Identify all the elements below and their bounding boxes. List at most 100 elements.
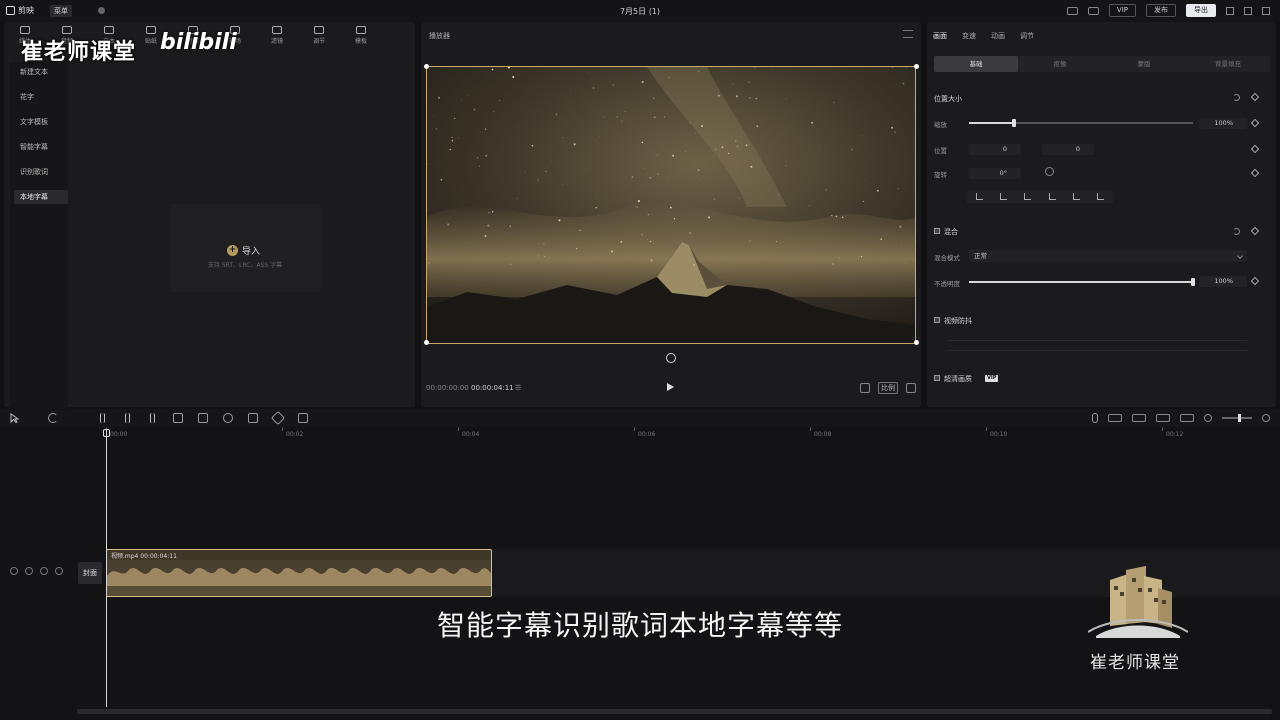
rotate-dial-icon[interactable] [1045, 167, 1054, 176]
delete-icon[interactable] [173, 413, 183, 423]
align-hcenter-icon[interactable] [999, 193, 1007, 200]
split-right-icon[interactable] [150, 413, 155, 423]
align-vcenter-icon[interactable] [1072, 193, 1080, 200]
align-top-icon[interactable] [1048, 193, 1056, 200]
subtab-mask[interactable]: 蒙版 [1102, 56, 1186, 72]
blend-title: 混合 [944, 228, 958, 236]
reverse-icon[interactable] [223, 413, 233, 423]
player-menu-icon[interactable] [903, 30, 913, 38]
close-icon[interactable] [1262, 6, 1270, 15]
x-value-input[interactable]: 0 [969, 144, 1021, 155]
blend-mode-select[interactable]: 正常 [969, 250, 1247, 262]
stabilize-checkbox[interactable] [934, 317, 940, 323]
nav-text-template[interactable]: 文字模板 [14, 115, 68, 129]
vip-button[interactable]: VIP [1108, 4, 1136, 17]
maximize-icon[interactable] [1244, 6, 1252, 15]
minimize-icon[interactable] [1226, 6, 1234, 15]
nav-smart-subtitle[interactable]: 智能字幕 [14, 140, 68, 154]
tab-adjust[interactable]: 调节 [306, 26, 332, 45]
scale-slider-knob[interactable] [1012, 119, 1016, 127]
resize-handle-bl[interactable] [424, 340, 429, 345]
tab-template[interactable]: 模板 [348, 26, 374, 45]
subtab-cutout[interactable]: 抠像 [1018, 56, 1102, 72]
linkage-icon[interactable] [1156, 414, 1170, 422]
microphone-icon[interactable] [1092, 413, 1098, 423]
y-value-input[interactable]: 0 [1042, 144, 1094, 155]
scale-value[interactable]: 100% [1199, 118, 1247, 129]
play-icon[interactable] [667, 383, 674, 391]
ratio-button[interactable]: 比例 [878, 382, 898, 394]
export-button[interactable]: 导出 [1186, 4, 1216, 17]
scale-keyframe-icon[interactable] [1250, 118, 1260, 128]
video-clip[interactable]: 视频.mp4 00:00:04:11 [106, 549, 492, 597]
publish-button[interactable]: 发布 [1146, 4, 1176, 17]
tab-animation[interactable]: 动画 [991, 31, 1005, 41]
rotate-icon[interactable] [270, 410, 286, 426]
track-lock-icon[interactable] [10, 567, 18, 575]
zoom-fit-icon[interactable] [1262, 414, 1270, 422]
scale-slider[interactable] [969, 119, 1193, 127]
mirror-icon[interactable] [248, 413, 258, 423]
import-subtitle-card[interactable]: + 导入 支持 SRT、LRC、ASS 字幕 [169, 204, 321, 292]
auto-snap-icon[interactable] [1132, 414, 1146, 422]
align-left-icon[interactable] [975, 193, 983, 200]
position-xy-keyframe-icon[interactable] [1250, 144, 1260, 154]
preview-axis-icon[interactable] [1180, 414, 1194, 422]
opacity-value[interactable]: 100% [1199, 276, 1247, 287]
tab-picture[interactable]: 画面 [933, 31, 947, 41]
tab-adjust[interactable]: 调节 [1020, 31, 1034, 41]
subtab-background[interactable]: 背景填充 [1186, 56, 1270, 72]
crop-fit-icon[interactable] [860, 383, 870, 393]
nav-local-subtitle[interactable]: 本地字幕 [14, 190, 68, 204]
freeze-frame-icon[interactable] [198, 413, 208, 423]
nav-fancy-text[interactable]: 花字 [14, 90, 68, 104]
crop-icon[interactable] [298, 413, 308, 423]
rotate-handle-icon[interactable] [666, 353, 676, 363]
position-reset-icon[interactable] [1233, 94, 1240, 101]
cover-button[interactable]: 封面 [78, 562, 102, 584]
align-bottom-icon[interactable] [1097, 193, 1105, 200]
opacity-slider[interactable] [969, 278, 1195, 286]
fullscreen-icon[interactable] [906, 383, 916, 393]
resize-handle-tl[interactable] [424, 64, 429, 69]
opacity-slider-knob[interactable] [1191, 278, 1195, 286]
zoom-out-icon[interactable] [1204, 414, 1212, 422]
subtab-basic[interactable]: 基础 [934, 56, 1018, 72]
tab-filter[interactable]: 滤镜 [264, 26, 290, 45]
rotate-value-input[interactable]: 0° [969, 168, 1021, 179]
layout-icon[interactable] [1087, 6, 1099, 15]
timecode-menu-icon[interactable]: ☰ [515, 384, 521, 392]
time-ruler[interactable]: 00:00 00:02 00:04 00:06 00:08 00:10 00:12 [106, 427, 1280, 441]
select-cursor-icon[interactable] [10, 413, 20, 424]
zoom-slider[interactable] [1222, 414, 1252, 422]
import-button[interactable]: + 导入 [227, 244, 260, 257]
align-right-icon[interactable] [1024, 193, 1032, 200]
playhead-line[interactable] [106, 429, 107, 707]
text-icon [104, 26, 114, 34]
position-keyframe-icon[interactable] [1250, 92, 1260, 102]
opacity-keyframe-icon[interactable] [1250, 276, 1260, 286]
tab-speed[interactable]: 变速 [962, 31, 976, 41]
rotate-keyframe-icon[interactable] [1250, 168, 1260, 178]
main-track-magnet-icon[interactable] [1108, 414, 1122, 422]
track-mute-icon[interactable] [40, 567, 48, 575]
split-left-icon[interactable] [125, 413, 130, 423]
blend-reset-icon[interactable] [1233, 228, 1240, 235]
track-hide-icon[interactable] [25, 567, 33, 575]
blend-checkbox[interactable] [934, 228, 940, 234]
timeline-horizontal-scrollbar[interactable] [77, 709, 1272, 714]
nav-recognize-lyrics[interactable]: 识别歌词 [14, 165, 68, 179]
blend-keyframe-icon[interactable] [1250, 226, 1260, 236]
nav-new-text[interactable]: 新建文本 [14, 65, 68, 79]
bilibili-logo: bilibili [160, 30, 237, 55]
superres-checkbox[interactable] [934, 375, 940, 381]
split-icon[interactable] [100, 413, 105, 423]
resize-handle-tr[interactable] [914, 64, 919, 69]
undo-icon[interactable] [48, 413, 58, 423]
resize-handle-br[interactable] [914, 340, 919, 345]
shortcut-icon[interactable] [1066, 6, 1078, 15]
track-more-icon[interactable] [55, 567, 63, 575]
zoom-slider-knob[interactable] [1238, 414, 1241, 422]
video-preview[interactable] [426, 66, 916, 344]
sticker-icon [146, 26, 156, 34]
